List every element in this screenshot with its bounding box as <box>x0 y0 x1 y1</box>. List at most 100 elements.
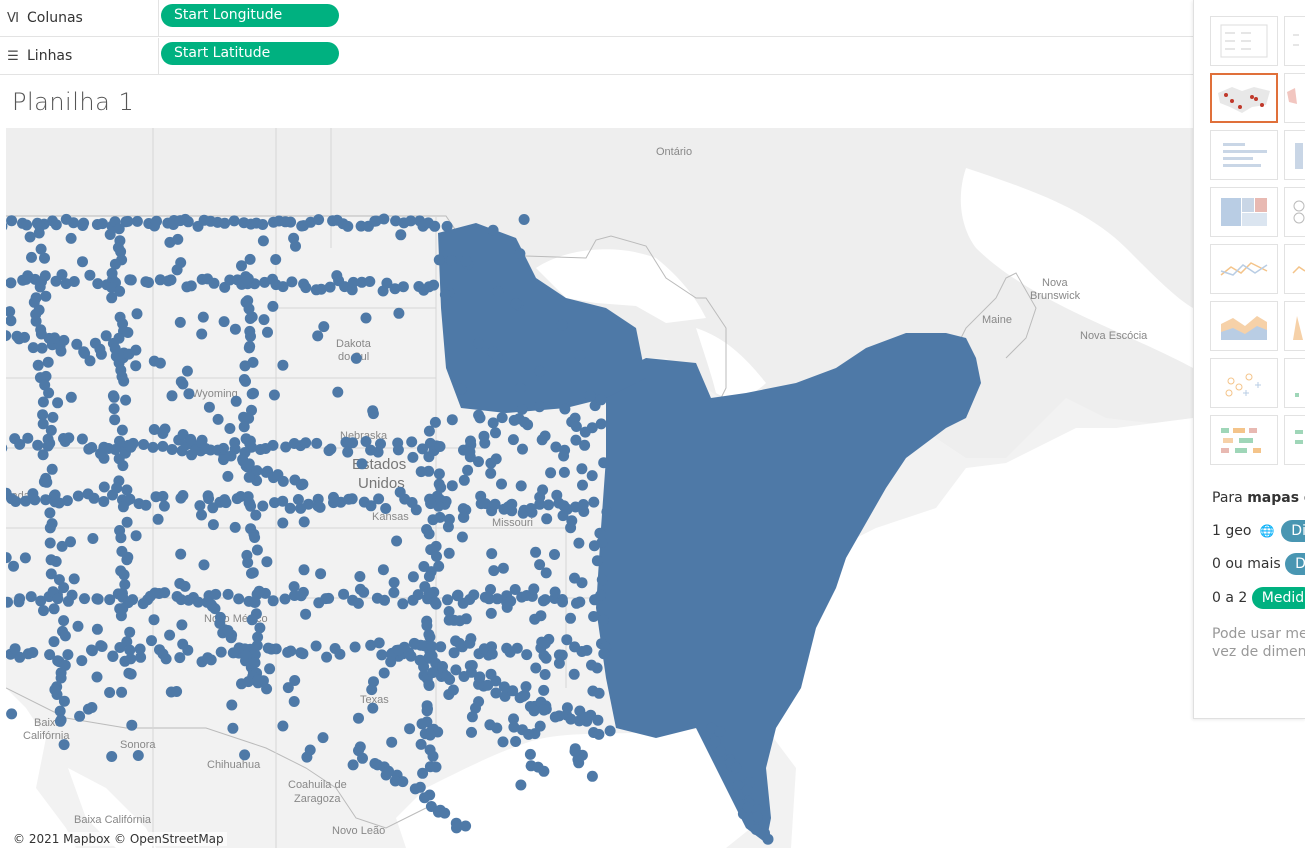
trip-point[interactable] <box>360 312 372 324</box>
trip-point[interactable] <box>14 593 26 605</box>
trip-point[interactable] <box>474 671 486 683</box>
trip-point[interactable] <box>257 500 269 512</box>
trip-point[interactable] <box>131 308 143 320</box>
trip-point[interactable] <box>373 637 385 649</box>
trip-point[interactable] <box>20 273 32 285</box>
trip-point[interactable] <box>159 423 171 435</box>
trip-point[interactable] <box>298 564 310 576</box>
trip-point[interactable] <box>530 662 542 674</box>
trip-point[interactable] <box>122 215 134 227</box>
trip-point[interactable] <box>595 394 607 406</box>
trip-point[interactable] <box>125 441 137 453</box>
trip-point[interactable] <box>714 726 726 737</box>
trip-point[interactable] <box>212 413 224 425</box>
heat-table-chart-icon[interactable] <box>1284 16 1305 66</box>
trip-point[interactable] <box>510 736 522 747</box>
trip-point[interactable] <box>146 635 157 647</box>
trip-point[interactable] <box>586 470 598 482</box>
trip-point[interactable] <box>732 780 744 792</box>
trip-point[interactable] <box>53 497 65 509</box>
trip-point[interactable] <box>596 574 608 586</box>
trip-point[interactable] <box>508 414 520 426</box>
trip-point[interactable] <box>538 704 550 716</box>
trip-point[interactable] <box>347 437 359 449</box>
trip-point[interactable] <box>569 745 581 757</box>
trip-point[interactable] <box>451 822 462 834</box>
start-latitude-pill[interactable]: Start Latitude <box>161 42 339 65</box>
trip-point[interactable] <box>72 620 84 632</box>
trip-point[interactable] <box>171 264 183 276</box>
trip-point[interactable] <box>208 277 220 289</box>
trip-point[interactable] <box>386 736 398 748</box>
trip-point[interactable] <box>497 562 509 574</box>
trip-point[interactable] <box>297 478 309 490</box>
trip-point[interactable] <box>515 382 526 394</box>
trip-point[interactable] <box>98 481 110 493</box>
trip-point[interactable] <box>532 761 544 773</box>
trip-point[interactable] <box>183 388 195 400</box>
trip-point[interactable] <box>258 314 270 326</box>
trip-point[interactable] <box>485 584 496 595</box>
trip-point[interactable] <box>334 648 346 660</box>
trip-point[interactable] <box>92 593 104 605</box>
trip-point[interactable] <box>132 750 144 761</box>
trip-point[interactable] <box>378 667 390 679</box>
trip-point[interactable] <box>557 510 569 522</box>
trip-point[interactable] <box>203 401 215 413</box>
start-longitude-pill[interactable]: Start Longitude <box>161 4 339 27</box>
trip-point[interactable] <box>378 213 390 225</box>
trip-point[interactable] <box>553 657 565 669</box>
trip-point[interactable] <box>310 284 322 296</box>
trip-point[interactable] <box>22 432 34 444</box>
trip-point[interactable] <box>577 479 588 491</box>
trip-point[interactable] <box>742 801 754 813</box>
trip-point[interactable] <box>135 651 147 663</box>
trip-point[interactable] <box>328 491 339 503</box>
trip-point[interactable] <box>454 637 465 649</box>
trip-point[interactable] <box>423 571 435 582</box>
trip-point[interactable] <box>565 522 577 534</box>
trip-point[interactable] <box>222 588 234 600</box>
trip-point[interactable] <box>200 443 212 454</box>
trip-point[interactable] <box>222 625 234 636</box>
trip-point[interactable] <box>48 603 60 615</box>
trip-point[interactable] <box>574 596 586 608</box>
trip-point[interactable] <box>121 484 133 496</box>
trip-point[interactable] <box>65 391 77 403</box>
trip-point[interactable] <box>247 567 259 579</box>
trip-point[interactable] <box>568 668 580 680</box>
trip-point[interactable] <box>107 390 119 402</box>
trip-point[interactable] <box>408 637 420 649</box>
trip-point[interactable] <box>43 387 55 399</box>
trip-point[interactable] <box>347 759 359 771</box>
trip-point[interactable] <box>474 412 486 424</box>
trip-point[interactable] <box>76 655 88 667</box>
trip-point[interactable] <box>27 342 39 354</box>
trip-point[interactable] <box>175 376 187 388</box>
trip-point[interactable] <box>388 587 400 598</box>
trip-point[interactable] <box>222 470 234 482</box>
area-chart-icon[interactable] <box>1210 301 1278 351</box>
trip-point[interactable] <box>39 252 50 264</box>
trip-point[interactable] <box>249 532 261 543</box>
trip-point[interactable] <box>423 425 435 437</box>
trip-point[interactable] <box>58 739 70 751</box>
trip-point[interactable] <box>171 686 183 697</box>
trip-point[interactable] <box>46 463 58 475</box>
trip-point[interactable] <box>540 652 552 664</box>
trip-point[interactable] <box>14 651 26 663</box>
trip-point[interactable] <box>393 644 404 656</box>
trip-point[interactable] <box>521 649 533 661</box>
trip-point[interactable] <box>267 300 279 312</box>
trip-point[interactable] <box>313 214 325 226</box>
trip-point[interactable] <box>446 414 458 426</box>
trip-point[interactable] <box>430 761 442 773</box>
trip-point[interactable] <box>395 229 407 241</box>
trip-point[interactable] <box>551 489 563 501</box>
trip-point[interactable] <box>284 502 296 514</box>
trip-point[interactable] <box>176 619 188 631</box>
trip-point[interactable] <box>122 327 134 338</box>
trip-point[interactable] <box>267 595 279 607</box>
trip-point[interactable] <box>497 736 509 748</box>
trip-point[interactable] <box>207 519 219 531</box>
